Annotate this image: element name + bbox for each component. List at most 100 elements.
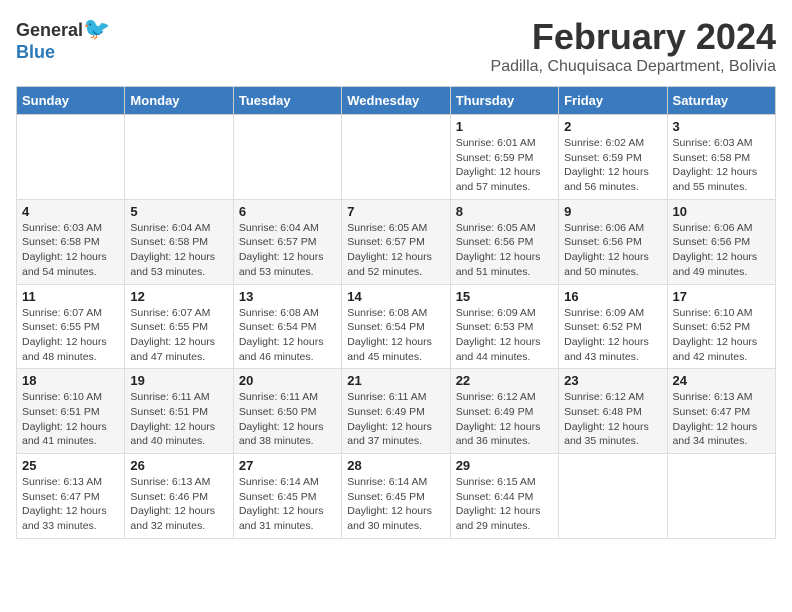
calendar-cell: 10 Sunrise: 6:06 AM Sunset: 6:56 PM Dayli… [667,199,775,284]
calendar-cell: 7 Sunrise: 6:05 AM Sunset: 6:57 PM Daylig… [342,199,450,284]
day-info: Sunrise: 6:06 AM Sunset: 6:56 PM Dayligh… [564,221,661,280]
calendar-cell: 14Sunrise: 6:08 AM Sunset: 6:54 PM Dayli… [342,284,450,369]
day-info: Sunrise: 6:13 AM Sunset: 6:46 PM Dayligh… [130,475,227,534]
day-info: Sunrise: 6:03 AM Sunset: 6:58 PM Dayligh… [22,221,119,280]
calendar-cell: 17Sunrise: 6:10 AM Sunset: 6:52 PM Dayli… [667,284,775,369]
day-of-week-header: Thursday [450,87,558,115]
calendar-cell [342,115,450,200]
day-info: Sunrise: 6:02 AM Sunset: 6:59 PM Dayligh… [564,136,661,195]
calendar-cell: 20Sunrise: 6:11 AM Sunset: 6:50 PM Dayli… [233,369,341,454]
day-info: Sunrise: 6:09 AM Sunset: 6:52 PM Dayligh… [564,306,661,365]
day-number: 18 [22,373,119,388]
calendar-cell: 8 Sunrise: 6:05 AM Sunset: 6:56 PM Daylig… [450,199,558,284]
calendar-cell [667,454,775,539]
day-number: 9 [564,204,661,219]
day-of-week-header: Saturday [667,87,775,115]
calendar-cell: 18 Sunrise: 6:10 AM Sunset: 6:51 PM Dayli… [17,369,125,454]
day-number: 7 [347,204,444,219]
day-number: 12 [130,289,227,304]
calendar-cell: 1 Sunrise: 6:01 AM Sunset: 6:59 PM Daylig… [450,115,558,200]
logo-general-text: General [16,20,83,40]
day-number: 8 [456,204,553,219]
day-number: 15 [456,289,553,304]
calendar-header-row: SundayMondayTuesdayWednesdayThursdayFrid… [17,87,776,115]
calendar-body: 1 Sunrise: 6:01 AM Sunset: 6:59 PM Daylig… [17,115,776,539]
day-info: Sunrise: 6:13 AM Sunset: 6:47 PM Dayligh… [22,475,119,534]
day-number: 3 [673,119,770,134]
day-number: 10 [673,204,770,219]
calendar-cell [559,454,667,539]
day-number: 2 [564,119,661,134]
day-of-week-header: Sunday [17,87,125,115]
day-info: Sunrise: 6:11 AM Sunset: 6:50 PM Dayligh… [239,390,336,449]
day-number: 14 [347,289,444,304]
logo-bird-icon: 🐦 [83,16,110,41]
day-number: 19 [130,373,227,388]
title-section: February 2024 Padilla, Chuquisaca Depart… [491,16,776,76]
day-of-week-header: Wednesday [342,87,450,115]
calendar-cell: 15 Sunrise: 6:09 AM Sunset: 6:53 PM Dayli… [450,284,558,369]
day-number: 5 [130,204,227,219]
day-info: Sunrise: 6:05 AM Sunset: 6:57 PM Dayligh… [347,221,444,280]
logo: General🐦 Blue [16,16,110,63]
calendar-cell: 4Sunrise: 6:03 AM Sunset: 6:58 PM Daylig… [17,199,125,284]
calendar-cell: 9 Sunrise: 6:06 AM Sunset: 6:56 PM Daylig… [559,199,667,284]
calendar-cell [125,115,233,200]
day-number: 27 [239,458,336,473]
day-number: 1 [456,119,553,134]
calendar-cell: 21 Sunrise: 6:11 AM Sunset: 6:49 PM Dayli… [342,369,450,454]
day-info: Sunrise: 6:14 AM Sunset: 6:45 PM Dayligh… [347,475,444,534]
day-number: 26 [130,458,227,473]
day-number: 23 [564,373,661,388]
day-info: Sunrise: 6:14 AM Sunset: 6:45 PM Dayligh… [239,475,336,534]
calendar-cell: 23Sunrise: 6:12 AM Sunset: 6:48 PM Dayli… [559,369,667,454]
day-number: 17 [673,289,770,304]
day-info: Sunrise: 6:04 AM Sunset: 6:57 PM Dayligh… [239,221,336,280]
day-info: Sunrise: 6:11 AM Sunset: 6:49 PM Dayligh… [347,390,444,449]
calendar-cell: 2 Sunrise: 6:02 AM Sunset: 6:59 PM Daylig… [559,115,667,200]
calendar-cell: 29Sunrise: 6:15 AM Sunset: 6:44 PM Dayli… [450,454,558,539]
calendar-cell: 12 Sunrise: 6:07 AM Sunset: 6:55 PM Dayli… [125,284,233,369]
calendar-cell: 22 Sunrise: 6:12 AM Sunset: 6:49 PM Dayli… [450,369,558,454]
day-info: Sunrise: 6:06 AM Sunset: 6:56 PM Dayligh… [673,221,770,280]
day-number: 25 [22,458,119,473]
day-number: 28 [347,458,444,473]
day-info: Sunrise: 6:12 AM Sunset: 6:49 PM Dayligh… [456,390,553,449]
calendar-cell: 25 Sunrise: 6:13 AM Sunset: 6:47 PM Dayli… [17,454,125,539]
calendar-cell: 19Sunrise: 6:11 AM Sunset: 6:51 PM Dayli… [125,369,233,454]
calendar-week-row: 18 Sunrise: 6:10 AM Sunset: 6:51 PM Dayli… [17,369,776,454]
logo-blue-text: Blue [16,42,55,62]
day-info: Sunrise: 6:04 AM Sunset: 6:58 PM Dayligh… [130,221,227,280]
calendar-title: February 2024 [491,16,776,58]
day-info: Sunrise: 6:13 AM Sunset: 6:47 PM Dayligh… [673,390,770,449]
day-info: Sunrise: 6:08 AM Sunset: 6:54 PM Dayligh… [239,306,336,365]
day-number: 29 [456,458,553,473]
calendar-cell: 5 Sunrise: 6:04 AM Sunset: 6:58 PM Daylig… [125,199,233,284]
calendar-cell: 27 Sunrise: 6:14 AM Sunset: 6:45 PM Dayli… [233,454,341,539]
day-info: Sunrise: 6:10 AM Sunset: 6:51 PM Dayligh… [22,390,119,449]
day-of-week-header: Friday [559,87,667,115]
day-info: Sunrise: 6:07 AM Sunset: 6:55 PM Dayligh… [22,306,119,365]
calendar-week-row: 4Sunrise: 6:03 AM Sunset: 6:58 PM Daylig… [17,199,776,284]
calendar-cell: 3Sunrise: 6:03 AM Sunset: 6:58 PM Daylig… [667,115,775,200]
day-info: Sunrise: 6:09 AM Sunset: 6:53 PM Dayligh… [456,306,553,365]
day-number: 6 [239,204,336,219]
calendar-cell: 6 Sunrise: 6:04 AM Sunset: 6:57 PM Daylig… [233,199,341,284]
day-info: Sunrise: 6:01 AM Sunset: 6:59 PM Dayligh… [456,136,553,195]
day-number: 21 [347,373,444,388]
calendar-cell: 26 Sunrise: 6:13 AM Sunset: 6:46 PM Dayli… [125,454,233,539]
calendar-week-row: 25 Sunrise: 6:13 AM Sunset: 6:47 PM Dayli… [17,454,776,539]
day-info: Sunrise: 6:05 AM Sunset: 6:56 PM Dayligh… [456,221,553,280]
day-number: 13 [239,289,336,304]
day-of-week-header: Tuesday [233,87,341,115]
calendar-table: SundayMondayTuesdayWednesdayThursdayFrid… [16,86,776,539]
calendar-cell: 11 Sunrise: 6:07 AM Sunset: 6:55 PM Dayli… [17,284,125,369]
day-of-week-header: Monday [125,87,233,115]
day-number: 24 [673,373,770,388]
calendar-cell: 16Sunrise: 6:09 AM Sunset: 6:52 PM Dayli… [559,284,667,369]
day-number: 11 [22,289,119,304]
day-number: 22 [456,373,553,388]
day-info: Sunrise: 6:07 AM Sunset: 6:55 PM Dayligh… [130,306,227,365]
calendar-subtitle: Padilla, Chuquisaca Department, Bolivia [491,58,776,76]
calendar-week-row: 11 Sunrise: 6:07 AM Sunset: 6:55 PM Dayli… [17,284,776,369]
